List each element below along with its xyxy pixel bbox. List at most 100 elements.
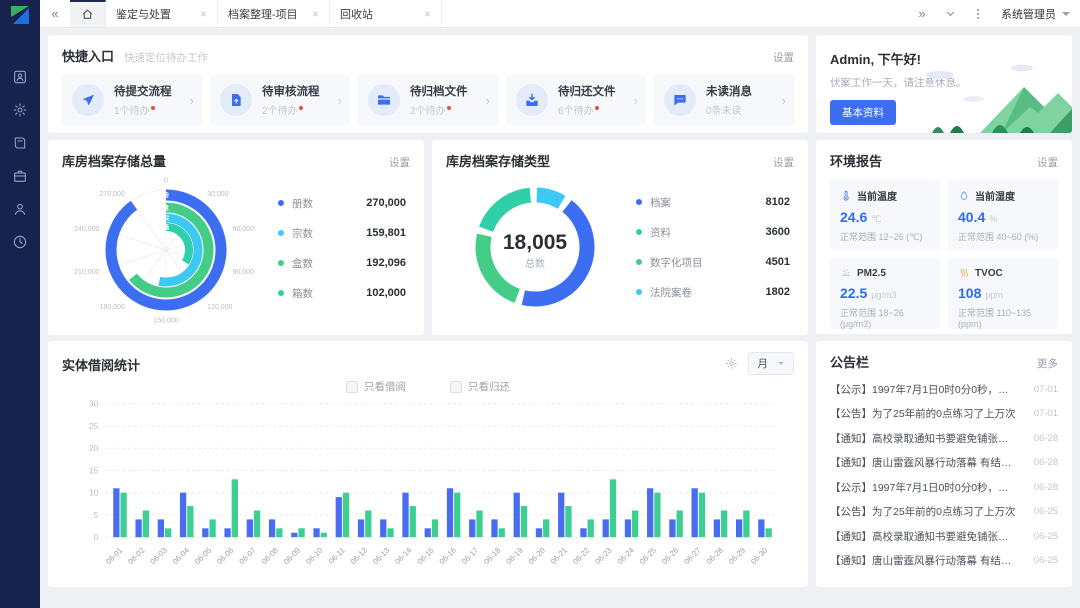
filter-checkbox[interactable]: 只看借阅 bbox=[346, 379, 406, 394]
announcement-list: 【公示】1997年7月1日0时0分0秒，铭记这一历史时刻07-01【公告】为了2… bbox=[830, 377, 1058, 573]
quick-entry-settings-link[interactable]: 设置 bbox=[773, 50, 794, 65]
tab-home[interactable] bbox=[70, 0, 106, 27]
legend-dot bbox=[636, 289, 642, 295]
svg-text:90,000: 90,000 bbox=[233, 269, 255, 276]
legend-dot bbox=[636, 229, 642, 235]
borrow-settings-gear-icon[interactable] bbox=[725, 357, 738, 370]
sidebar-item-book[interactable] bbox=[12, 135, 28, 151]
tab-1[interactable]: 鉴定与处置 × bbox=[106, 0, 218, 27]
quick-entry-subtitle: 快速定位待办工作 bbox=[124, 50, 208, 65]
storage-type-legend: 档案8102资料3600数字化项目4501法院案卷1802 bbox=[610, 195, 794, 300]
quick-entry-item[interactable]: 未读消息0条未读› bbox=[654, 74, 794, 126]
basic-info-button[interactable]: 基本资料 bbox=[830, 100, 896, 125]
tab-label: 回收站 bbox=[340, 6, 373, 22]
environment-metric-unit: ℃ bbox=[871, 214, 881, 224]
svg-text:150,000: 150,000 bbox=[153, 318, 178, 325]
sidebar-item-clock[interactable] bbox=[12, 234, 28, 250]
quick-entry-item[interactable]: 待审核流程2个待办› bbox=[210, 74, 350, 126]
svg-text:06-02: 06-02 bbox=[126, 546, 146, 566]
sidebar-item-user-badge[interactable] bbox=[12, 69, 28, 85]
legend-name: 资料 bbox=[650, 225, 671, 240]
announcement-text: 【公告】为了25年前的0点练习了上万次 bbox=[830, 504, 1016, 519]
svg-text:盒: 盒 bbox=[162, 204, 170, 212]
legend-row: 法院案卷1802 bbox=[636, 285, 790, 300]
quick-entry-icon-circle bbox=[368, 84, 400, 116]
storage-type-settings-link[interactable]: 设置 bbox=[773, 155, 794, 170]
svg-text:06-22: 06-22 bbox=[571, 546, 591, 566]
user-badge-icon bbox=[12, 69, 28, 85]
announcement-date: 06-25 bbox=[1034, 531, 1058, 542]
environment-metric-value: 108ppm bbox=[958, 285, 1048, 301]
tab-3[interactable]: 回收站 × bbox=[330, 0, 442, 27]
period-select[interactable]: 月 bbox=[748, 352, 795, 375]
collapse-sidebar-icon[interactable]: « bbox=[40, 0, 70, 27]
tab-list-chevron-icon[interactable] bbox=[937, 8, 963, 19]
sidebar-item-gear[interactable] bbox=[12, 102, 28, 118]
borrow-stats-title: 实体借阅统计 bbox=[62, 355, 140, 374]
announcement-item[interactable]: 【通知】高校录取通知书要避免铺张浪费06-25 bbox=[830, 524, 1058, 549]
tab-close-icon[interactable]: × bbox=[312, 7, 319, 21]
chat-dots-icon bbox=[672, 92, 688, 108]
more-actions-icon[interactable] bbox=[965, 9, 991, 19]
legend-name: 盒数 bbox=[292, 256, 313, 271]
filter-checkbox[interactable]: 只看归还 bbox=[450, 379, 510, 394]
announcement-date: 06-25 bbox=[1034, 555, 1058, 566]
announcement-item[interactable]: 【公示】1997年7月1日0时0分0秒，铭记这一历史时刻06-28 bbox=[830, 475, 1058, 500]
environment-tile: 当前温度24.6℃正常范围 12~26 (℃) bbox=[830, 179, 940, 250]
app-logo-icon[interactable] bbox=[8, 3, 32, 27]
announcement-item[interactable]: 【公告】为了25年前的0点练习了上万次07-01 bbox=[830, 402, 1058, 427]
svg-text:06-09: 06-09 bbox=[282, 546, 302, 566]
environment-tile-label: 当前温度 bbox=[840, 188, 930, 203]
sidebar-item-user[interactable] bbox=[12, 201, 28, 217]
quick-entry-text: 待归档文件2个待办 bbox=[410, 83, 468, 117]
chevron-right-icon: › bbox=[634, 93, 638, 108]
environment-metric-value: 24.6℃ bbox=[840, 209, 930, 225]
environment-metric-name: 当前湿度 bbox=[975, 188, 1015, 203]
quick-entry-item-count: 6个待办 bbox=[558, 102, 616, 117]
todo-red-dot bbox=[151, 106, 155, 110]
svg-text:06-12: 06-12 bbox=[349, 546, 369, 566]
announcements-title: 公告栏 bbox=[830, 352, 869, 371]
legend-name: 数字化项目 bbox=[650, 255, 703, 270]
environment-normal-range: 正常范围 40~60 (%) bbox=[958, 230, 1048, 243]
tab-close-icon[interactable]: × bbox=[200, 7, 207, 21]
app-sidebar bbox=[0, 0, 40, 608]
legend-value: 8102 bbox=[766, 196, 790, 208]
svg-text:册: 册 bbox=[163, 191, 169, 199]
sidebar-item-box[interactable] bbox=[12, 168, 28, 184]
announcement-item[interactable]: 【通知】高校录取通知书要避免铺张浪费06-28 bbox=[830, 426, 1058, 451]
expand-tabs-icon[interactable]: » bbox=[909, 6, 935, 21]
quick-entry-item[interactable]: 待归档文件2个待办› bbox=[358, 74, 498, 126]
svg-text:25: 25 bbox=[89, 422, 99, 431]
environment-title: 环境报告 bbox=[830, 151, 882, 170]
announcement-item[interactable]: 【公告】为了25年前的0点练习了上万次06-25 bbox=[830, 500, 1058, 525]
svg-text:06-13: 06-13 bbox=[371, 546, 391, 566]
tab-close-icon[interactable]: × bbox=[424, 7, 431, 21]
legend-row: 数字化项目4501 bbox=[636, 255, 790, 270]
storage-total-settings-link[interactable]: 设置 bbox=[389, 155, 410, 170]
svg-text:06-27: 06-27 bbox=[682, 546, 702, 566]
environment-settings-link[interactable]: 设置 bbox=[1037, 155, 1058, 170]
quick-entry-item[interactable]: 待归还文件6个待办› bbox=[506, 74, 646, 126]
tab-2[interactable]: 档案整理-项目× bbox=[218, 0, 330, 27]
user-icon bbox=[12, 201, 28, 217]
announcement-item[interactable]: 【公示】1997年7月1日0时0分0秒，铭记这一历史时刻07-01 bbox=[830, 377, 1058, 402]
user-name: 系统管理员 bbox=[1001, 6, 1056, 22]
announcements-more-link[interactable]: 更多 bbox=[1037, 356, 1058, 371]
quick-entry-icon-circle bbox=[220, 84, 252, 116]
announcement-item[interactable]: 【通知】唐山雷霆风暴行动落幕 有结果了吗06-28 bbox=[830, 451, 1058, 476]
droplet-icon bbox=[958, 190, 970, 202]
announcements-card: 公告栏 更多 【公示】1997年7月1日0时0分0秒，铭记这一历史时刻07-01… bbox=[816, 341, 1072, 587]
quick-entry-item-count: 2个待办 bbox=[262, 102, 320, 117]
user-menu[interactable]: 系统管理员 bbox=[1001, 6, 1070, 22]
legend-dot bbox=[278, 200, 284, 206]
environment-metric-unit: ppm bbox=[985, 290, 1003, 300]
topbar: « 鉴定与处置×档案整理-项目×回收站× » 系统管理员 bbox=[40, 0, 1080, 28]
legend-value: 102,000 bbox=[366, 287, 406, 299]
legend-row: 宗数159,801 bbox=[278, 226, 406, 241]
quick-entry-item[interactable]: 待提交流程1个待办› bbox=[62, 74, 202, 126]
svg-text:06-23: 06-23 bbox=[593, 546, 613, 566]
announcement-date: 06-28 bbox=[1034, 457, 1058, 468]
announcement-item[interactable]: 【通知】唐山雷霆风暴行动落幕 有结果了吗06-25 bbox=[830, 549, 1058, 574]
tab-label: 鉴定与处置 bbox=[116, 6, 171, 22]
